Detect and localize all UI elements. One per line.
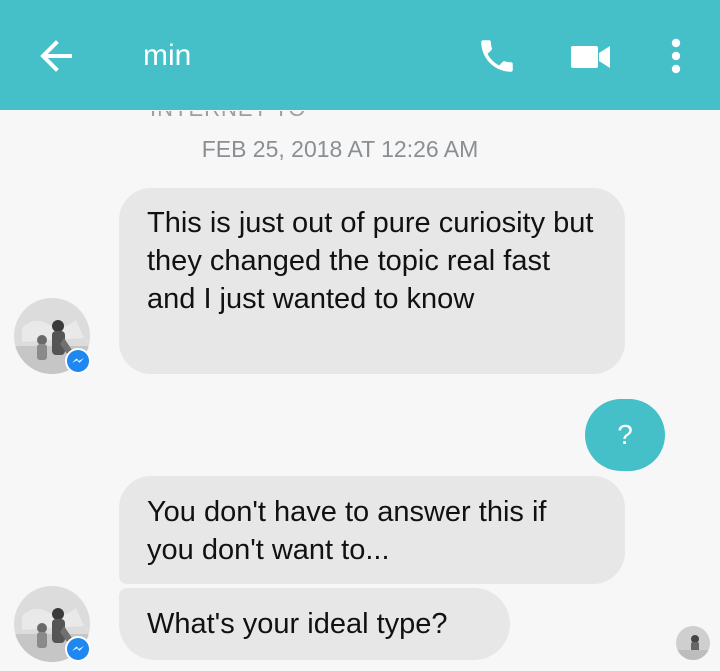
video-camera-icon [571, 46, 610, 68]
back-button[interactable] [32, 32, 80, 80]
incoming-message-bubble[interactable]: You don't have to answer this if you don… [119, 476, 625, 584]
conversation-header: min [0, 0, 720, 110]
contact-name[interactable]: min [143, 36, 191, 76]
incoming-message-bubble[interactable]: What's your ideal type? [119, 588, 510, 660]
video-call-button[interactable] [566, 35, 616, 79]
phone-icon [481, 40, 513, 72]
voice-call-button[interactable] [474, 33, 520, 79]
outgoing-message-bubble[interactable]: ? [585, 399, 665, 471]
message-timestamp: FEB 25, 2018 AT 12:26 AM [201, 136, 479, 162]
more-options-button[interactable] [656, 33, 696, 79]
messenger-icon [67, 350, 89, 372]
messenger-badge [65, 636, 91, 662]
messenger-icon [67, 638, 89, 660]
incoming-message-bubble[interactable]: This is just out of pure curiosity but t… [119, 188, 625, 374]
seen-indicator-avatar [676, 626, 710, 660]
messenger-badge [65, 348, 91, 374]
arrow-left-icon [40, 40, 72, 72]
more-vertical-icon [671, 38, 681, 74]
seen-photo [676, 626, 710, 660]
